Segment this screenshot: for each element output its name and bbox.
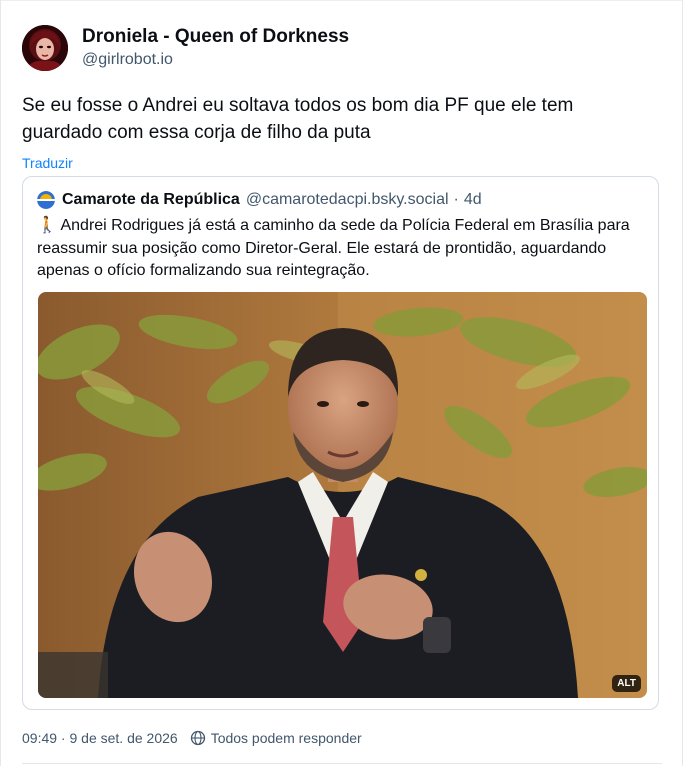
post-text: Se eu fosse o Andrei eu soltava todos os… — [22, 95, 574, 143]
bottom-divider — [22, 763, 662, 764]
quoted-author-avatar[interactable] — [37, 191, 55, 209]
quoted-author-handle[interactable]: @camarotedacpi.bsky.social — [246, 191, 449, 209]
quoted-post[interactable]: Camarote da República @camarotedacpi.bsk… — [22, 176, 659, 710]
quoted-post-header: Camarote da República @camarotedacpi.bsk… — [37, 189, 482, 211]
reply-setting-label: Todos podem responder — [210, 730, 362, 746]
separator-dot: · — [453, 191, 459, 208]
globe-icon — [190, 730, 205, 746]
post: Droniela - Queen of Dorkness @girlrobot.… — [22, 24, 662, 710]
translate-link[interactable]: Traduzir — [22, 155, 73, 171]
author-avatar[interactable] — [22, 25, 68, 71]
author-handle[interactable]: @girlrobot.io — [82, 49, 349, 71]
reply-setting: Todos podem responder — [190, 730, 362, 746]
alt-text-badge[interactable]: ALT — [612, 675, 641, 692]
quoted-post-image[interactable]: ALT — [38, 292, 647, 698]
author-display-name[interactable]: Droniela - Queen of Dorkness — [82, 25, 349, 49]
quoted-post-age[interactable]: 4d — [464, 191, 482, 209]
left-border — [0, 0, 1, 766]
post-author[interactable]: Droniela - Queen of Dorkness @girlrobot.… — [22, 24, 662, 72]
post-timestamp[interactable]: 09:49 · 9 de set. de 2026 — [22, 730, 178, 746]
quoted-author-name[interactable]: Camarote da República — [62, 191, 240, 209]
quoted-post-text: 🚶 Andrei Rodrigues já está a caminho da … — [37, 217, 630, 279]
top-border — [0, 0, 683, 1]
author-names: Droniela - Queen of Dorkness @girlrobot.… — [82, 25, 349, 71]
post-meta: 09:49 · 9 de set. de 2026 Todos podem re… — [22, 730, 362, 746]
